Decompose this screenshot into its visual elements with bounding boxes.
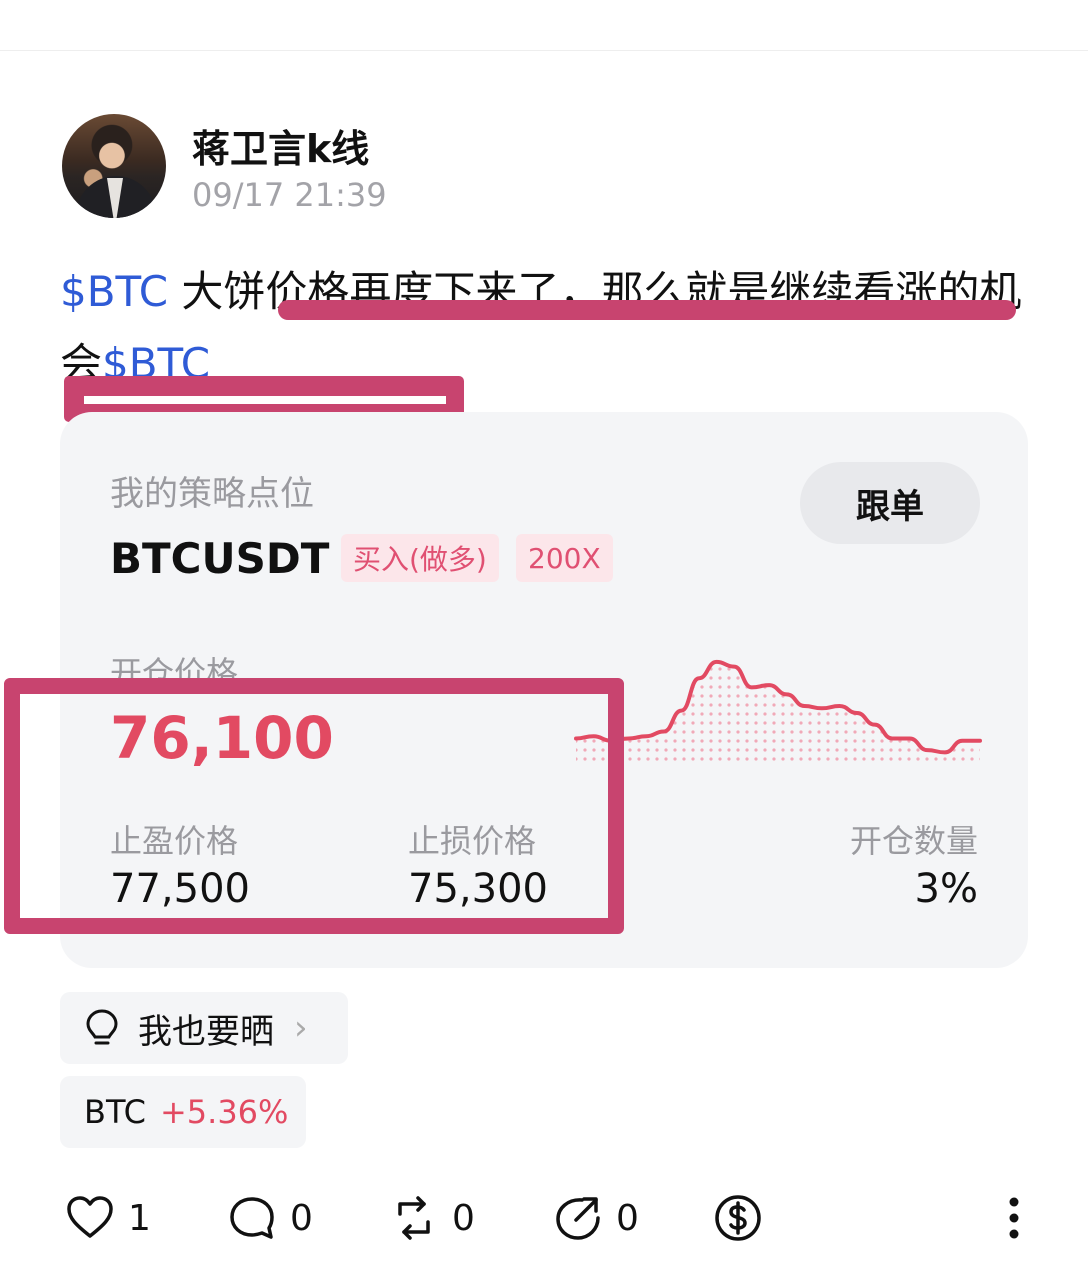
top-divider bbox=[0, 50, 1088, 51]
more-options-button[interactable] bbox=[996, 1188, 1032, 1248]
author-name[interactable]: 蒋卫言k线 bbox=[192, 118, 369, 173]
quantity-value: 3% bbox=[914, 866, 978, 912]
side-badge: 买入(做多) bbox=[341, 534, 499, 582]
leverage-badge: 200X bbox=[516, 534, 613, 582]
trading-symbol: BTCUSDT bbox=[110, 534, 330, 583]
more-vertical-icon bbox=[1009, 1197, 1019, 1239]
post-detail-page: 蒋卫言k线 09/17 21:39 $BTC 大饼价格再度下来了，那么就是继续看… bbox=[0, 0, 1088, 1288]
share-count: 0 bbox=[616, 1197, 639, 1239]
share-button[interactable]: 0 bbox=[552, 1188, 639, 1248]
lightbulb-icon bbox=[86, 1009, 118, 1045]
heart-icon bbox=[67, 1196, 113, 1238]
like-count: 1 bbox=[128, 1197, 151, 1239]
comment-icon bbox=[230, 1197, 274, 1239]
comment-count: 0 bbox=[290, 1197, 313, 1239]
strategy-label: 我的策略点位 bbox=[110, 474, 314, 514]
repost-count: 0 bbox=[452, 1197, 475, 1239]
share-chip-label: 我也要晒 bbox=[138, 1011, 274, 1052]
coin-ticker-chip[interactable]: BTC +5.36% bbox=[60, 1076, 306, 1148]
hashtag-btc[interactable]: $BTC bbox=[60, 267, 168, 316]
follow-order-button[interactable]: 跟单 bbox=[800, 462, 980, 544]
coin-change: +5.36% bbox=[159, 1093, 289, 1131]
quantity-label: 开仓数量 bbox=[849, 822, 978, 860]
annotation-highlight-box bbox=[4, 678, 624, 934]
sparkline-area bbox=[576, 661, 980, 764]
like-button[interactable]: 1 bbox=[64, 1188, 151, 1248]
annotation-underline bbox=[278, 300, 1016, 320]
repost-icon bbox=[398, 1196, 430, 1240]
post-timestamp: 09/17 21:39 bbox=[192, 176, 387, 214]
author-avatar[interactable] bbox=[62, 114, 166, 218]
tip-button[interactable] bbox=[712, 1188, 764, 1248]
dollar-coin-icon bbox=[715, 1195, 761, 1241]
share-icon bbox=[556, 1197, 600, 1240]
repost-button[interactable]: 0 bbox=[388, 1188, 475, 1248]
comment-button[interactable]: 0 bbox=[226, 1188, 313, 1248]
annotation-underline-inner bbox=[84, 396, 446, 404]
action-bar: 1 0 0 0 bbox=[0, 1188, 1088, 1248]
coin-symbol: BTC bbox=[84, 1093, 146, 1131]
price-sparkline bbox=[574, 659, 982, 764]
chevron-right-icon: › bbox=[294, 1008, 308, 1048]
share-strategy-chip[interactable]: 我也要晒 › bbox=[60, 992, 348, 1064]
